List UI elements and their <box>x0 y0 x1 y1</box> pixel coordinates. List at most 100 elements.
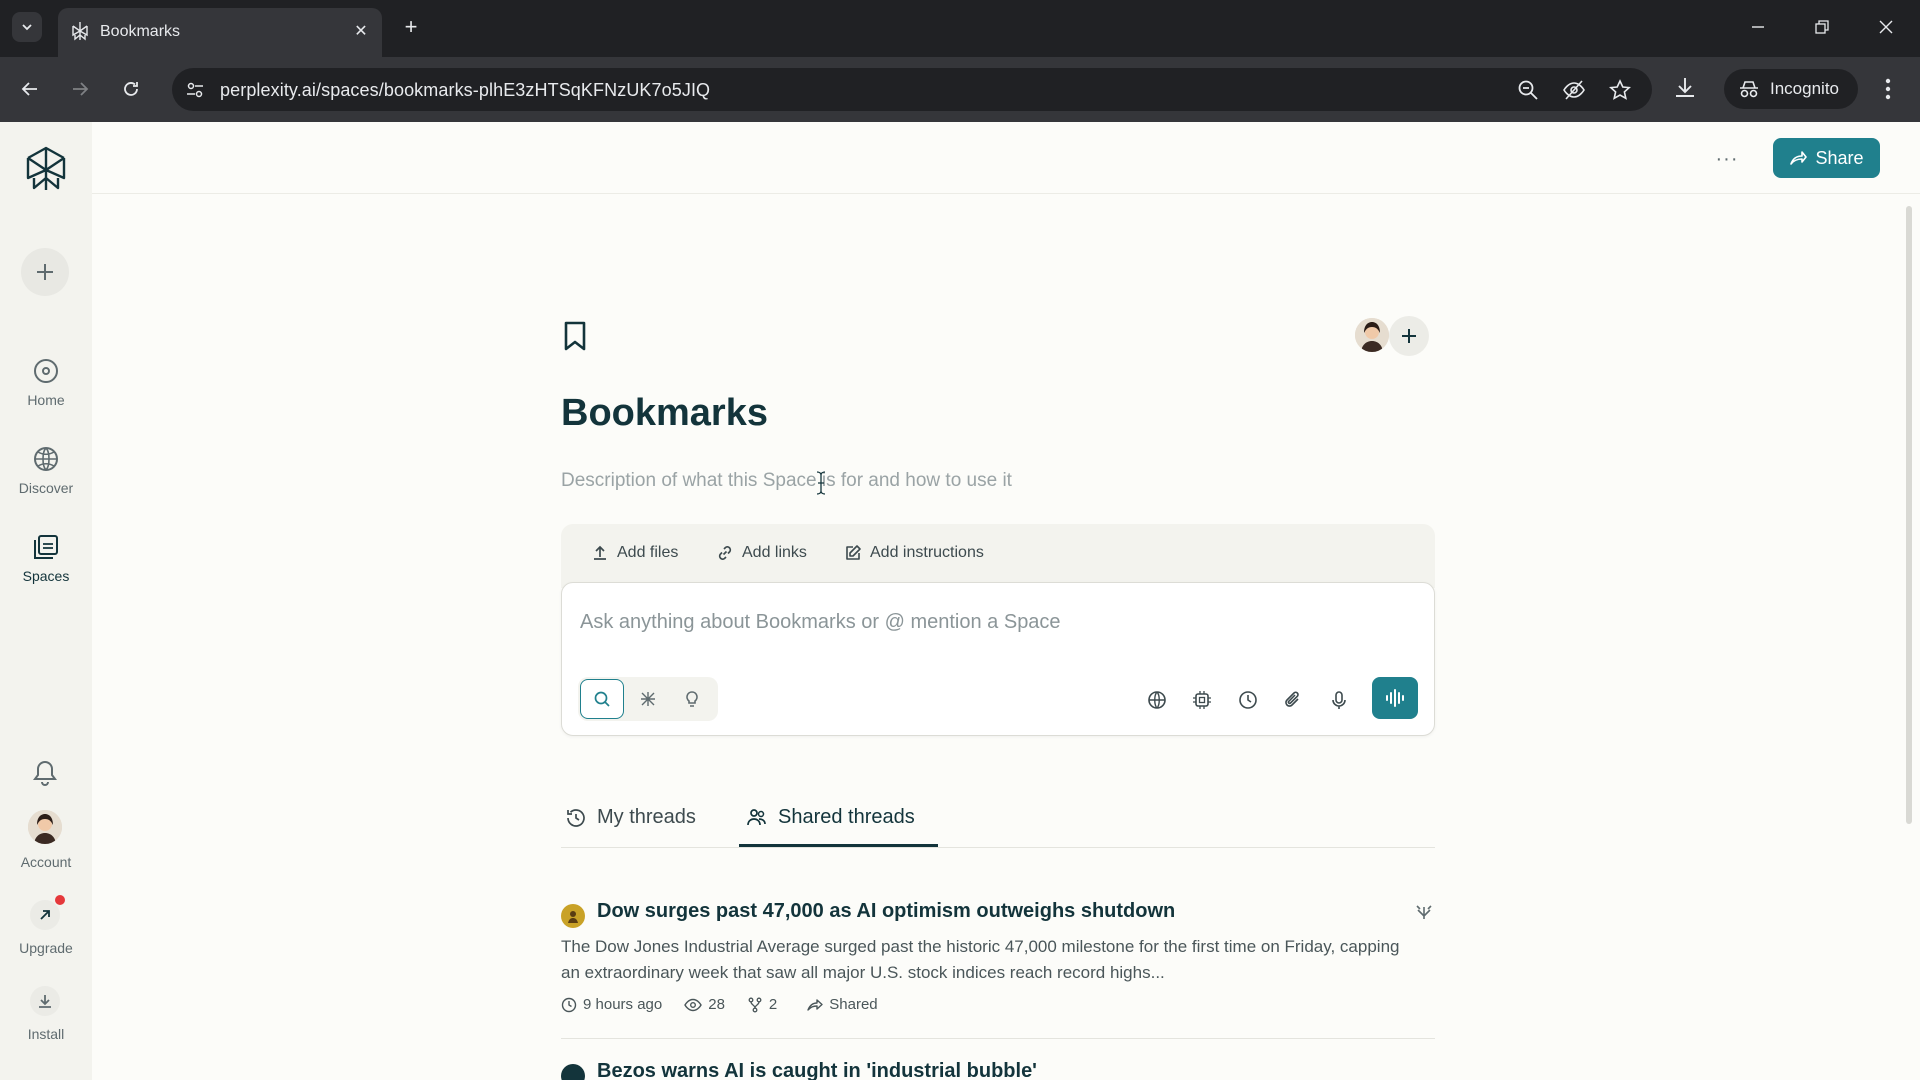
bookmark-icon[interactable] <box>561 320 589 352</box>
reload-button[interactable] <box>115 73 147 105</box>
member-avatar[interactable] <box>1355 318 1389 352</box>
model-chip-button[interactable] <box>1189 687 1215 713</box>
tab-label: Shared threads <box>778 806 915 828</box>
tab-close-icon[interactable]: ✕ <box>350 20 372 42</box>
url-text[interactable]: perplexity.ai/spaces/bookmarks-plhE3zHTS… <box>220 80 710 101</box>
restore-icon <box>1815 20 1829 34</box>
clock-icon <box>1239 691 1257 709</box>
lightbulb-icon <box>686 691 698 707</box>
thread-views: 28 <box>684 996 725 1013</box>
voice-mode-button[interactable] <box>1372 677 1418 719</box>
add-links-label: Add links <box>742 544 807 561</box>
add-member-button[interactable] <box>1389 316 1429 356</box>
thread-snippet: The Dow Jones Industrial Average surged … <box>561 937 1400 982</box>
sidebar-item-discover[interactable]: Discover <box>0 444 92 496</box>
tab-title: Bookmarks <box>100 23 181 40</box>
add-files-button[interactable]: Add files <box>591 544 678 562</box>
bookmark-star-icon[interactable] <box>1608 78 1632 102</box>
sidebar-item-home[interactable]: Home <box>0 356 92 408</box>
upgrade-button[interactable] <box>30 900 60 930</box>
account-avatar[interactable] <box>28 810 62 844</box>
page-title[interactable]: Bookmarks <box>561 392 768 435</box>
attach-button[interactable] <box>1280 687 1306 713</box>
avatar-icon <box>28 810 62 844</box>
browser-tab-active[interactable]: Bookmarks ✕ <box>58 8 382 57</box>
zoom-icon[interactable] <box>1516 78 1540 102</box>
new-thread-button[interactable] <box>21 248 69 296</box>
research-mode-button[interactable] <box>626 679 670 719</box>
thread-source-icon <box>561 1064 585 1080</box>
clock-icon <box>561 997 577 1012</box>
page-scrollbar[interactable] <box>1906 206 1912 824</box>
forward-button[interactable] <box>64 73 96 105</box>
sidebar-item-account[interactable]: Account <box>0 854 92 870</box>
notifications-bell-icon[interactable] <box>30 758 60 788</box>
incognito-badge[interactable]: Incognito <box>1724 69 1858 109</box>
share-button[interactable]: Share <box>1773 138 1880 178</box>
text-cursor-icon <box>816 471 826 495</box>
browser-tab-bar: Bookmarks ✕ + <box>0 0 1920 57</box>
tab-my-threads[interactable]: My threads <box>565 806 696 829</box>
eye-icon <box>684 998 703 1011</box>
upload-icon <box>594 545 606 560</box>
sidebar-item-label: Upgrade <box>19 940 73 956</box>
arrow-left-icon <box>21 82 37 96</box>
users-icon <box>747 808 766 825</box>
share-label: Share <box>1815 147 1864 168</box>
home-search-icon <box>31 356 61 386</box>
space-description-field[interactable]: Description of what this Space is for an… <box>561 470 1012 492</box>
site-settings-icon[interactable] <box>184 79 206 101</box>
link-icon <box>718 546 732 560</box>
thread-visibility-text: Shared <box>829 996 878 1013</box>
add-links-button[interactable]: Add links <box>716 544 807 562</box>
thread-title[interactable]: Bezos warns AI is caught in 'industrial … <box>597 1060 1037 1080</box>
history-button[interactable] <box>1235 687 1261 713</box>
chevron-down-icon <box>22 24 32 31</box>
ask-composer <box>561 582 1435 736</box>
search-mode-button[interactable] <box>580 679 624 719</box>
browser-menu-button[interactable] <box>1876 75 1900 103</box>
thread-time: 9 hours ago <box>561 996 662 1013</box>
downloads-button[interactable] <box>1672 75 1700 103</box>
more-options-button[interactable]: ··· <box>1712 144 1742 174</box>
address-bar[interactable]: perplexity.ai/spaces/bookmarks-plhE3zHTS… <box>172 68 1652 111</box>
minimize-button[interactable] <box>1740 12 1776 42</box>
thread-options-icon[interactable] <box>1413 902 1435 924</box>
sidebar-item-label: Home <box>27 392 65 408</box>
thread-title[interactable]: Dow surges past 47,000 as AI optimism ou… <box>597 900 1175 923</box>
eye-slash-icon[interactable] <box>1562 78 1586 102</box>
perplexity-logo-icon[interactable] <box>24 146 68 192</box>
plus-icon <box>1402 329 1416 343</box>
close-window-button[interactable] <box>1868 12 1904 42</box>
ask-input[interactable] <box>580 611 1380 634</box>
globe-icon <box>31 444 61 474</box>
dictation-button[interactable] <box>1326 687 1352 713</box>
add-files-label: Add files <box>617 544 679 561</box>
reload-icon <box>124 82 138 96</box>
tab-search-button[interactable] <box>12 12 42 42</box>
tab-shared-threads[interactable]: Shared threads <box>746 806 915 829</box>
restore-button[interactable] <box>1804 12 1840 42</box>
active-tab-indicator <box>739 844 938 847</box>
thread-time-text: 9 hours ago <box>583 996 663 1013</box>
back-button[interactable] <box>14 73 46 105</box>
fork-icon <box>748 997 762 1012</box>
app-sidebar: Home Discover Spaces Account Upgrade Ins… <box>0 122 92 1080</box>
thread-item[interactable]: Bezos warns AI is caught in 'industrial … <box>561 1060 1435 1080</box>
incognito-icon <box>1740 81 1758 98</box>
space-members <box>1355 316 1435 356</box>
new-tab-button[interactable]: + <box>398 14 424 40</box>
install-button[interactable] <box>30 986 60 1016</box>
sidebar-item-spaces[interactable]: Spaces <box>0 532 92 584</box>
thread-views-count: 28 <box>708 996 725 1013</box>
upgrade-notification-dot <box>55 895 65 905</box>
microphone-icon <box>1332 691 1346 709</box>
sidebar-item-install[interactable]: Install <box>0 1026 92 1042</box>
sidebar-item-upgrade[interactable]: Upgrade <box>0 940 92 956</box>
web-source-button[interactable] <box>1144 687 1170 713</box>
add-instructions-button[interactable]: Add instructions <box>844 544 984 562</box>
arrow-up-right-icon <box>40 910 50 920</box>
labs-mode-button[interactable] <box>670 679 714 719</box>
sidebar-item-label: Spaces <box>22 568 70 584</box>
sidebar-item-label: Account <box>20 854 72 870</box>
